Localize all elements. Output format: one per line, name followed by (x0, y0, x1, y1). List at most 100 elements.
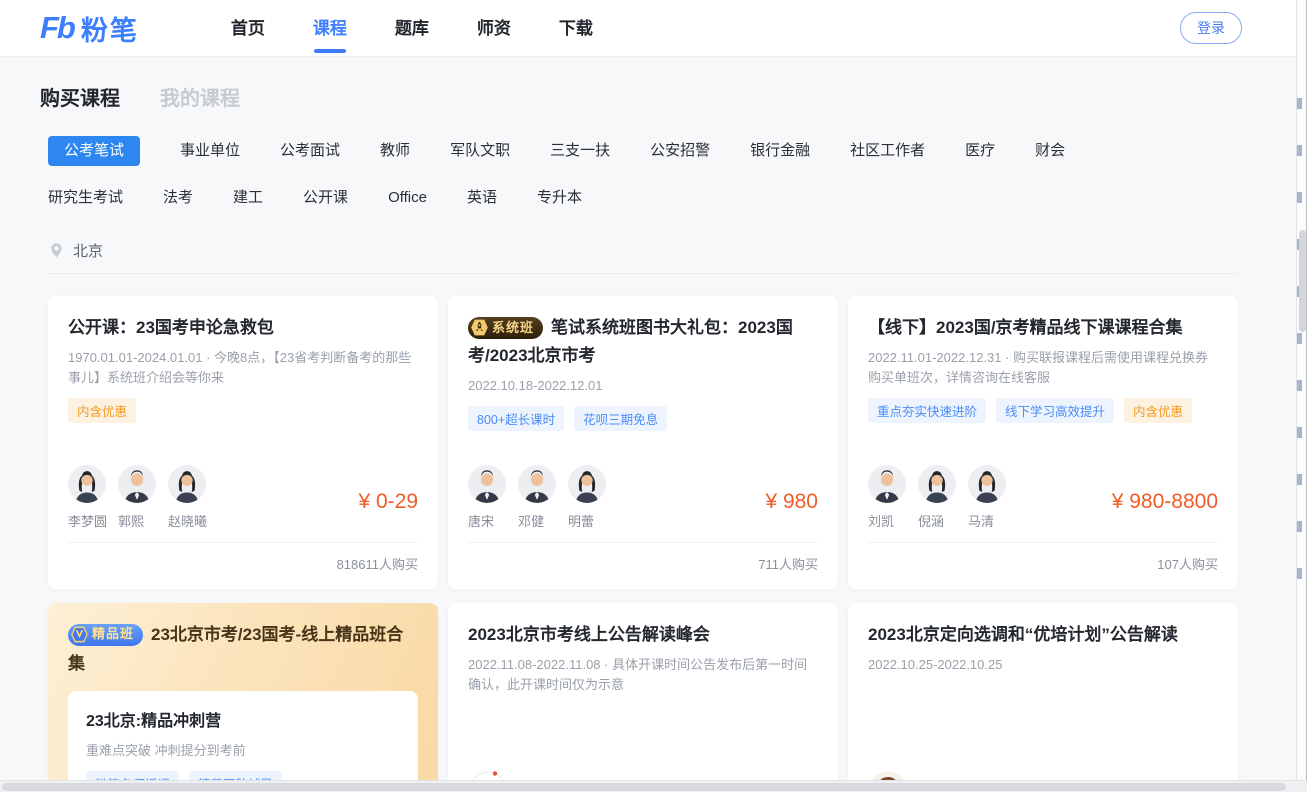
course-tags: 重点夯实快速进阶线下学习高效提升内含优惠 (868, 398, 1218, 423)
teacher: 郭熙 (118, 465, 166, 530)
teacher: 唐宋 (468, 465, 516, 530)
course-card[interactable]: 2023北京市考线上公告解读峰会2022.11.08-2022.11.08 · … (448, 603, 838, 792)
buyers-count: 818611人购买 (68, 542, 418, 573)
teacher-name: 邓健 (518, 511, 544, 530)
course-title: 2023北京定向选调和“优培计划”公告解读 (868, 621, 1218, 649)
teacher: 李梦圆 (68, 465, 116, 530)
category-tab[interactable]: 财会 (1035, 136, 1065, 166)
nav-item-courses[interactable]: 课程 (313, 0, 347, 57)
category-tab[interactable]: 三支一扶 (550, 136, 610, 166)
course-title-text: 公开课：23国考申论急救包 (68, 318, 274, 337)
teacher-avatar (918, 465, 956, 503)
course-dates: 2022.10.25-2022.10.25 (868, 655, 1218, 675)
nav-item-home[interactable]: 首页 (231, 0, 265, 57)
course-card[interactable]: 精品班23北京市考/23国考-线上精品班合集 23北京:精品冲刺营重难点突破 冲刺… (48, 603, 438, 792)
teacher-name: 李梦圆 (68, 511, 107, 530)
course-badge-blue: 精品班 (68, 624, 143, 646)
sub-course-desc: 重难点突破 冲刺提分到考前 (86, 740, 400, 759)
category-row-1: 公考笔试 事业单位 公考面试 教师 军队文职 三支一扶 公安招警 银行金融 社区工作者 医疗 财会 (48, 136, 1296, 166)
course-badge-label: 精品班 (92, 623, 134, 645)
category-tab[interactable]: 医疗 (965, 136, 995, 166)
course-tag: 内含优惠 (68, 398, 136, 423)
category-tab[interactable]: 公开课 (303, 183, 348, 213)
logo-text: 粉笔 (81, 9, 139, 48)
category-tab[interactable]: 公安招警 (650, 136, 710, 166)
nav-item-teachers[interactable]: 师资 (477, 0, 511, 57)
horizontal-scrollbar-thumb[interactable] (2, 783, 1286, 791)
course-tag: 花呗三期免息 (574, 406, 667, 431)
category-tab[interactable]: 教师 (380, 136, 410, 166)
teachers-and-price-row: 唐宋 邓健 明蕾 ¥ 980 (468, 465, 818, 530)
category-tab[interactable]: 研究生考试 (48, 183, 123, 213)
teacher-name: 郭熙 (118, 511, 144, 530)
location-row: 北京 (48, 240, 1296, 261)
category-tab[interactable]: 法考 (163, 183, 193, 213)
category-tab[interactable]: 公考面试 (280, 136, 340, 166)
course-title: 精品班23北京市考/23国考-线上精品班合集 (68, 621, 418, 679)
course-card[interactable]: 2023北京定向选调和“优培计划”公告解读 2022.10.25-2022.10.… (848, 603, 1238, 792)
window-right-edge (1296, 0, 1307, 792)
teacher-name: 倪涵 (918, 511, 944, 530)
category-tab[interactable]: 银行金融 (750, 136, 810, 166)
teacher-name: 唐宋 (468, 511, 494, 530)
course-card[interactable]: 系统班笔试系统班图书大礼包：2023国考/2023北京市考2022.10.18-… (448, 296, 838, 589)
v-shield-icon (70, 625, 89, 644)
course-title: 公开课：23国考申论急救包 (68, 314, 418, 342)
sub-course-card[interactable]: 23北京:精品冲刺营重难点突破 冲刺提分到考前粉笔名师授课精英团队辅导 (68, 691, 418, 792)
course-card-grid: 公开课：23国考申论急救包 1970.01.01-2024.01.01 · 今晚8… (48, 296, 1296, 792)
course-dates: 2022.11.01-2022.12.31 · 购买联报课程后需使用课程兑换券购… (868, 348, 1218, 388)
category-tab[interactable]: 事业单位 (180, 136, 240, 166)
teachers-and-price-row: 刘凯倪涵马清¥ 980-8800 (868, 465, 1218, 530)
category-tab[interactable]: 建工 (233, 183, 263, 213)
teacher-avatar (518, 465, 556, 503)
teacher-name: 马清 (968, 511, 994, 530)
section-divider (48, 273, 1238, 274)
sub-course-title: 23北京:精品冲刺营 (86, 707, 400, 731)
course-price: ¥ 980 (765, 490, 818, 530)
course-card[interactable]: 公开课：23国考申论急救包 1970.01.01-2024.01.01 · 今晚8… (48, 296, 438, 589)
category-tab[interactable]: 社区工作者 (850, 136, 925, 166)
teacher: 刘凯 (868, 465, 916, 530)
teacher-name: 明蕾 (568, 511, 594, 530)
teacher-avatar (468, 465, 506, 503)
course-tag: 内含优惠 (1124, 398, 1192, 423)
course-tag: 线下学习高效提升 (996, 398, 1114, 423)
course-card[interactable]: 【线下】2023国/京考精品线下课课程合集 2022.11.01-2022.12.… (848, 296, 1238, 589)
nav-item-download[interactable]: 下载 (559, 0, 593, 57)
course-page-tabs: 购买课程 我的课程 (0, 57, 1296, 111)
teacher: 邓健 (518, 465, 566, 530)
course-dates: 2022.11.08-2022.11.08 · 具体开课时间公告发布后第一时间确… (468, 655, 818, 695)
location-pin-icon (48, 242, 65, 259)
category-tab[interactable]: 军队文职 (450, 136, 510, 166)
course-title: 【线下】2023国/京考精品线下课课程合集 (868, 314, 1218, 342)
buyers-count: 107人购买 (868, 542, 1218, 573)
nav-item-question-bank[interactable]: 题库 (395, 0, 429, 57)
course-dates: 1970.01.01-2024.01.01 · 今晚8点，【23省考判断备考的那… (68, 348, 418, 388)
logo-mark-icon: Fb (40, 10, 74, 46)
city-selector[interactable]: 北京 (73, 240, 103, 261)
category-tab[interactable]: 英语 (467, 183, 497, 213)
horizontal-scrollbar (0, 780, 1307, 792)
tab-buy-courses[interactable]: 购买课程 (40, 82, 120, 111)
category-tab[interactable]: 专升本 (537, 183, 582, 213)
course-tags: 内含优惠 (68, 398, 418, 423)
teacher-avatar (68, 465, 106, 503)
teacher-name: 刘凯 (868, 511, 894, 530)
fenbi-logo[interactable]: Fb 粉笔 (40, 9, 139, 48)
teacher-avatar (968, 465, 1006, 503)
vertical-scrollbar-thumb[interactable] (1299, 230, 1306, 332)
course-badge-label: 系统班 (492, 317, 534, 338)
buyers-count: 711人购买 (468, 542, 818, 573)
tab-my-courses[interactable]: 我的课程 (160, 82, 240, 111)
teacher: 马清 (968, 465, 1016, 530)
teacher-avatar (568, 465, 606, 503)
teachers-and-price-row: 李梦圆郭熙赵晓曦¥ 0-29 (68, 465, 418, 530)
teacher-avatar (118, 465, 156, 503)
course-title-text: 2023北京定向选调和“优培计划”公告解读 (868, 625, 1178, 644)
login-button[interactable]: 登录 (1180, 12, 1242, 44)
category-tab-active[interactable]: 公考笔试 (48, 136, 140, 166)
course-tag: 重点夯实快速进阶 (868, 398, 986, 423)
page: Fb 粉笔 首页课程题库师资下载 登录 购买课程 我的课程 公考笔试事业单位公考… (0, 0, 1296, 792)
category-tab[interactable]: Office (388, 183, 427, 213)
main-nav: 首页课程题库师资下载 (231, 0, 593, 57)
